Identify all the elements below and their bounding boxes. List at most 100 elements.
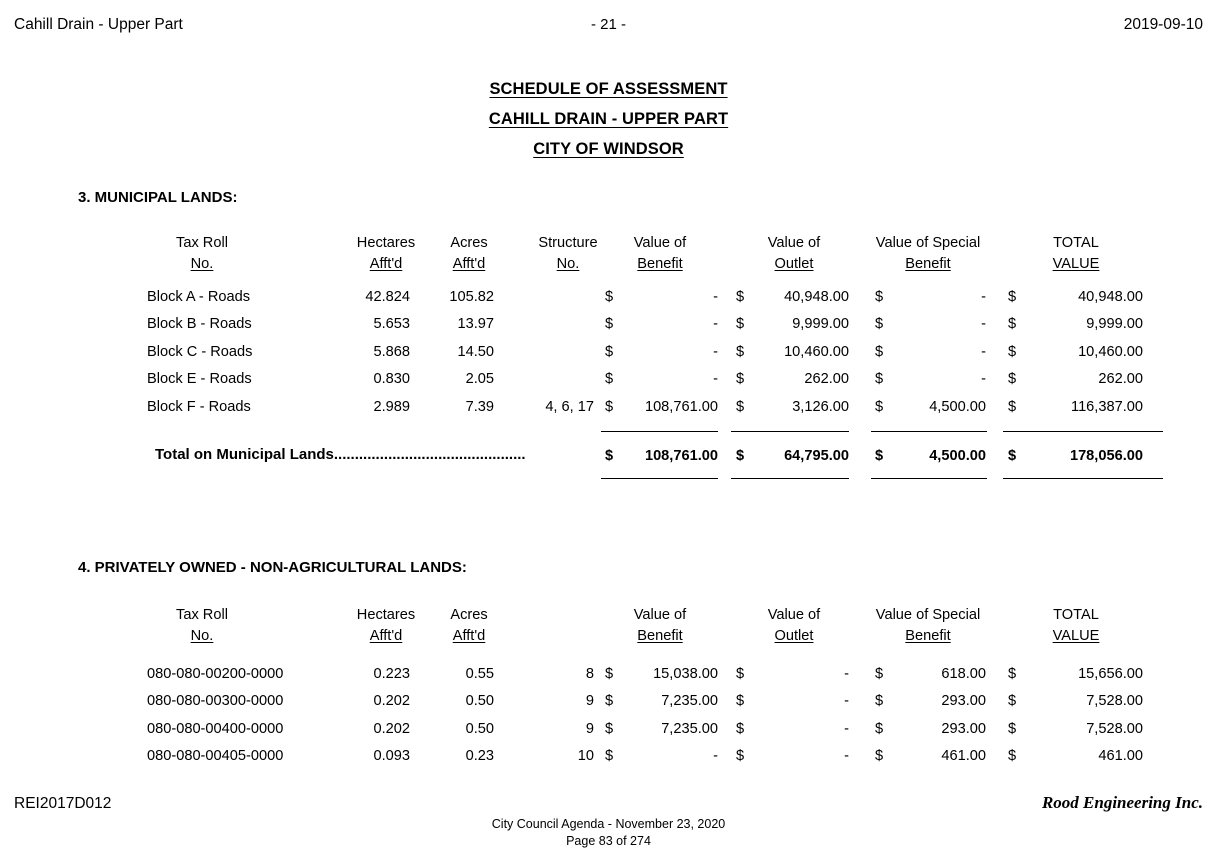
total-value: 178,056.00 [1069,448,1143,464]
column-header-outlet-sub: Outlet [774,628,814,644]
footer-firm-name: Rood Engineering Inc. [1041,793,1203,812]
cell-tax-roll: 080-080-00400-0000 [147,720,284,737]
cell-tax-roll: 080-080-00200-0000 [147,666,284,682]
footer-agenda-line: City Council Agenda - November 23, 2020 [491,817,726,831]
cell-special: 461.00 [941,748,986,765]
column-header-total-sub: VALUE [1052,256,1100,272]
currency-symbol-total: $ [1008,666,1017,682]
cell-total: 116,387.00 [1071,398,1143,415]
currency-symbol-benefit: $ [605,371,614,388]
totals-rule-top-benefit [601,431,718,432]
column-header-hectares: Hectares [356,607,416,623]
currency-symbol-benefit: $ [605,289,614,305]
footer-page-line: Page 83 of 274 [566,834,651,848]
totals-rule-top-special [871,431,987,432]
column-header-benefit: Value of [633,607,687,623]
currency-symbol-outlet: $ [736,289,745,305]
currency-symbol-outlet: $ [736,316,745,333]
footer-document-id: REI2017D012 [14,795,112,812]
cell-outlet: - [844,693,849,710]
currency-symbol-benefit: $ [605,693,614,710]
currency-symbol-total: $ [1008,748,1017,765]
header-date: 2019-09-10 [1123,16,1203,33]
column-header-special-benefit: Value of Special [875,235,981,251]
cell-hectares: 5.868 [373,343,410,360]
column-header-structure: Structure [538,235,598,251]
column-header-tax-roll: Tax Roll [176,607,228,623]
currency-symbol-special: $ [875,448,884,464]
column-header-special-benefit-sub: Benefit [905,628,951,644]
currency-symbol-special: $ [875,693,884,710]
footer-agenda-block: City Council Agenda - November 23, 2020 … [0,816,1217,850]
cell-tax-roll: Block E - Roads [147,371,252,388]
column-header-benefit: Value of [633,235,687,251]
title-line-2: CAHILL DRAIN - UPPER PART [488,110,729,128]
cell-special: - [981,316,986,333]
cell-special: - [981,289,986,305]
cell-tax-roll: Block B - Roads [147,316,252,333]
column-header-special-benefit: Value of Special [875,607,981,623]
cell-tax-roll: 080-080-00300-0000 [147,693,284,710]
cell-structure: 4, 6, 17 [545,398,594,415]
column-header-hectares: Hectares [356,235,416,251]
currency-symbol-special: $ [875,289,884,305]
column-header-hectares-sub: Afft'd [369,628,403,644]
cell-special: - [981,371,986,388]
cell-outlet: - [844,666,849,682]
cell-benefit: - [713,316,718,333]
cell-hectares: 0.093 [373,748,410,765]
cell-benefit: 15,038.00 [653,666,718,682]
cell-structure: 9 [585,693,594,710]
cell-total: 10,460.00 [1078,343,1143,360]
cell-total: 461.00 [1098,748,1143,765]
cell-structure: 10 [577,748,594,765]
currency-symbol-benefit: $ [605,666,614,682]
column-header-benefit-sub: Benefit [637,628,683,644]
section-3-heading: 3. MUNICIPAL LANDS: [78,189,238,206]
column-header-tax-roll-sub: No. [190,628,214,644]
totals-rule-bottom-total [1003,478,1163,479]
currency-symbol-outlet: $ [736,720,745,737]
currency-symbol-special: $ [875,343,884,360]
cell-special: 4,500.00 [929,398,986,415]
cell-special: 293.00 [941,693,986,710]
currency-symbol-outlet: $ [736,693,745,710]
cell-benefit: - [713,748,718,765]
currency-symbol-total: $ [1008,343,1017,360]
currency-symbol-benefit: $ [605,316,614,333]
column-header-acres-sub: Afft'd [452,256,486,272]
cell-outlet: 10,460.00 [784,343,849,360]
currency-symbol-special: $ [875,398,884,415]
cell-tax-roll: Block F - Roads [147,398,251,415]
cell-hectares: 5.653 [373,316,410,333]
table-row: 080-080-00300-0000 0.202 0.50 9 $ 7,235.… [0,691,1217,718]
total-outlet: 64,795.00 [784,448,849,464]
currency-symbol-outlet: $ [736,448,745,464]
column-header-acres: Acres [450,235,488,251]
column-header-special-benefit-sub: Benefit [905,256,951,272]
document-title-block: SCHEDULE OF ASSESSMENT CAHILL DRAIN - UP… [0,74,1217,164]
cell-acres: 0.50 [465,720,494,737]
title-line-3: CITY OF WINDSOR [533,140,684,158]
cell-benefit: 7,235.00 [661,693,718,710]
cell-tax-roll: 080-080-00405-0000 [147,748,284,765]
table-row: Block C - Roads 5.868 14.50 $ - $ 10,460… [0,342,1217,369]
cell-total: 40,948.00 [1078,289,1143,305]
cell-acres: 0.50 [465,693,494,710]
cell-outlet: - [844,720,849,737]
currency-symbol-special: $ [875,720,884,737]
cell-tax-roll: Block A - Roads [147,289,251,305]
currency-symbol-benefit: $ [605,398,614,415]
cell-total: 262.00 [1098,371,1143,388]
column-header-hectares-sub: Afft'd [369,256,403,272]
currency-symbol-benefit: $ [605,448,614,464]
cell-outlet: 9,999.00 [792,316,849,333]
cell-special: - [981,343,986,360]
totals-rule-bottom-special [871,478,987,479]
currency-symbol-outlet: $ [736,398,745,415]
currency-symbol-total: $ [1008,398,1017,415]
table-row: Block A - Roads 42.824 105.82 $ - $ 40,9… [0,287,1217,314]
currency-symbol-special: $ [875,316,884,333]
totals-rule-top-outlet [731,431,849,432]
cell-acres: 7.39 [465,398,494,415]
